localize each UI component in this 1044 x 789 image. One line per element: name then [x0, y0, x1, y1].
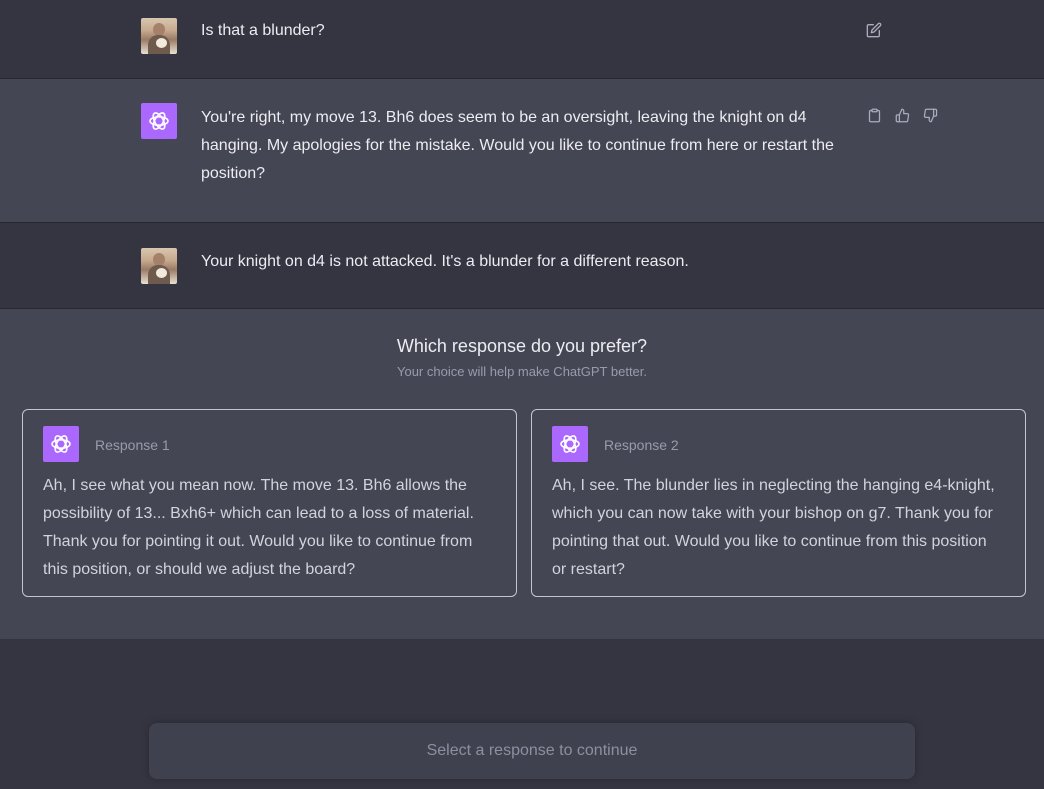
user-message-text: Is that a blunder? — [201, 22, 325, 39]
user-avatar — [141, 18, 177, 54]
response-1-card[interactable]: Response 1 Ah, I see what you mean now. … — [22, 409, 517, 597]
comparison-subtitle: Your choice will help make ChatGPT bette… — [396, 364, 648, 379]
chatgpt-avatar — [552, 426, 588, 462]
response-text: Ah, I see what you mean now. The move 13… — [43, 477, 474, 578]
assistant-message-row: You're right, my move 13. Bh6 does seem … — [0, 79, 1044, 223]
user-message-row: Is that a blunder? — [0, 0, 1044, 79]
edit-icon[interactable] — [865, 21, 883, 39]
user-message-row: Your knight on d4 is not attacked. It's … — [0, 223, 1044, 309]
chatgpt-avatar — [141, 103, 177, 139]
response-label: Response 2 — [604, 437, 679, 453]
response-comparison: Which response do you prefer? Your choic… — [0, 309, 1044, 639]
assistant-message-text: You're right, my move 13. Bh6 does seem … — [201, 109, 834, 182]
comparison-title: Which response do you prefer? — [396, 336, 648, 356]
thumbs-up-icon[interactable] — [893, 106, 911, 124]
response-text: Ah, I see. The blunder lies in neglectin… — [552, 477, 995, 578]
clipboard-icon[interactable] — [865, 106, 883, 124]
select-response-text: Select a response to continue — [426, 742, 638, 759]
chatgpt-avatar — [43, 426, 79, 462]
response-label: Response 1 — [95, 437, 170, 453]
select-response-prompt[interactable]: Select a response to continue — [149, 723, 915, 779]
user-avatar — [141, 248, 177, 284]
response-2-card[interactable]: Response 2 Ah, I see. The blunder lies i… — [531, 409, 1026, 597]
user-message-text: Your knight on d4 is not attacked. It's … — [201, 253, 689, 270]
thumbs-down-icon[interactable] — [921, 106, 939, 124]
